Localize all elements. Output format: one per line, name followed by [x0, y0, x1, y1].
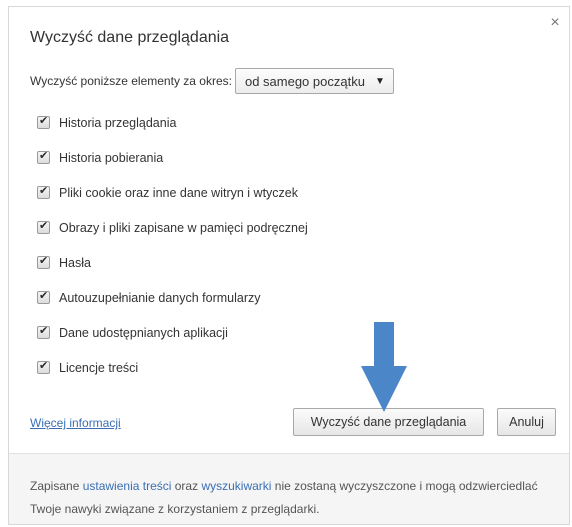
clear-browsing-data-button[interactable]: Wyczyść dane przeglądania	[293, 408, 484, 436]
option-cache[interactable]: Obrazy i pliki zapisane w pamięci podręc…	[37, 210, 308, 245]
clear-browsing-data-dialog: × Wyczyść dane przeglądania Wyczyść poni…	[8, 6, 570, 525]
option-hosted-app-data[interactable]: Dane udostępnianych aplikacji	[37, 315, 308, 350]
content-settings-link[interactable]: ustawienia treści	[83, 479, 172, 493]
footer-note: Zapisane ustawienia treści oraz wyszukiw…	[9, 453, 569, 524]
option-browsing-history[interactable]: Historia przeglądania	[37, 105, 308, 140]
checkbox[interactable]	[37, 219, 50, 234]
option-label: Autouzupełnianie danych formularzy	[59, 290, 261, 305]
checkbox[interactable]	[37, 289, 50, 304]
option-content-licenses[interactable]: Licencje treści	[37, 350, 308, 385]
option-label: Pliki cookie oraz inne dane witryn i wty…	[59, 185, 298, 200]
checkbox[interactable]	[37, 254, 50, 269]
option-label: Licencje treści	[59, 360, 139, 375]
checkbox[interactable]	[37, 324, 50, 339]
option-label: Historia pobierania	[59, 150, 164, 165]
dialog-title: Wyczyść dane przeglądania	[30, 29, 230, 46]
option-download-history[interactable]: Historia pobierania	[37, 140, 308, 175]
option-label: Obrazy i pliki zapisane w pamięci podręc…	[59, 220, 308, 235]
option-cookies[interactable]: Pliki cookie oraz inne dane witryn i wty…	[37, 175, 308, 210]
option-autofill[interactable]: Autouzupełnianie danych formularzy	[37, 280, 308, 315]
checkbox[interactable]	[37, 359, 50, 374]
period-select-value: od samego początku	[244, 73, 365, 89]
option-label: Historia przeglądania	[59, 115, 177, 130]
checkbox[interactable]	[37, 184, 50, 199]
chevron-down-icon: ▼	[374, 75, 385, 87]
period-row: Wyczyść poniższe elementy za okres: od s…	[30, 68, 394, 94]
options-list: Historia przeglądania Historia pobierani…	[37, 105, 308, 385]
more-info-link[interactable]: Więcej informacji	[30, 416, 121, 430]
checkbox[interactable]	[37, 149, 50, 164]
option-label: Dane udostępnianych aplikacji	[59, 325, 228, 340]
footer-text-2: oraz	[171, 479, 202, 493]
checkbox[interactable]	[37, 114, 50, 129]
search-engines-link[interactable]: wyszukiwarki	[201, 479, 271, 493]
close-icon[interactable]: ×	[546, 15, 564, 33]
option-passwords[interactable]: Hasła	[37, 245, 308, 280]
option-label: Hasła	[59, 255, 91, 270]
cancel-button[interactable]: Anuluj	[497, 408, 556, 436]
footer-text-1: Zapisane	[30, 479, 83, 493]
period-select[interactable]: od samego początku ▼	[234, 68, 394, 94]
period-label: Wyczyść poniższe elementy za okres:	[30, 74, 232, 88]
